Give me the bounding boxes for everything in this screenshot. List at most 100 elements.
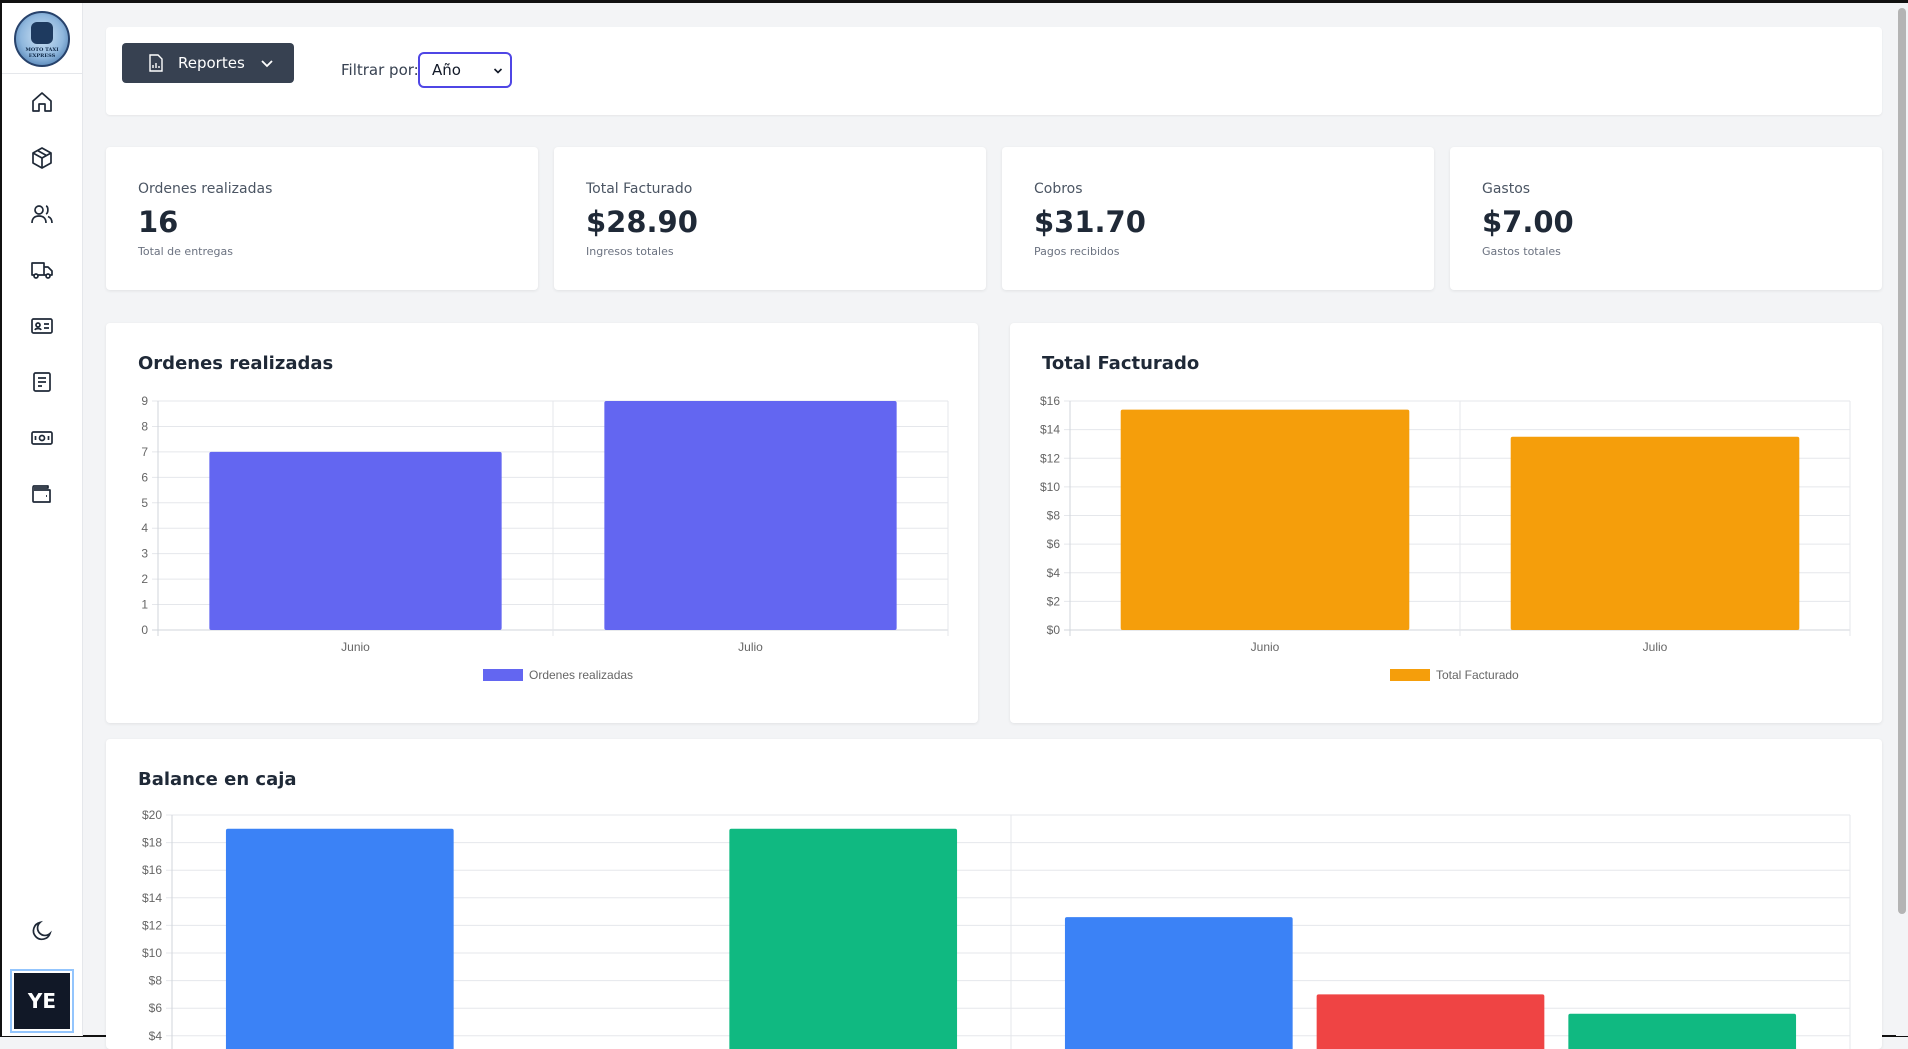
stat-value: $28.90: [586, 205, 698, 239]
stat-subtitle: Pagos recibidos: [1034, 245, 1120, 258]
y-tick-label: 7: [141, 445, 148, 459]
sidebar-item-packages[interactable]: [27, 143, 57, 173]
moon-icon: [32, 920, 52, 941]
stat-label: Cobros: [1034, 181, 1083, 197]
y-tick-label: 2: [141, 572, 148, 586]
y-tick-label: 6: [141, 470, 148, 484]
logo-emblem: [31, 22, 53, 44]
stat-card-orders: Ordenes realizadas 16 Total de entregas: [106, 147, 538, 290]
scrollbar[interactable]: [1896, 3, 1908, 1036]
y-tick-label: $0: [1047, 623, 1061, 637]
theme-toggle[interactable]: [27, 916, 57, 946]
x-tick-label: Julio: [1643, 640, 1668, 654]
bar: [729, 828, 958, 1049]
y-tick-label: 5: [141, 496, 148, 510]
y-tick-label: $20: [142, 808, 162, 822]
bar: [1064, 917, 1293, 1049]
y-tick-label: $18: [142, 836, 162, 850]
stat-label: Gastos: [1482, 181, 1531, 197]
y-tick-label: $10: [142, 946, 162, 960]
sidebar-item-wallet[interactable]: [27, 479, 57, 509]
y-tick-label: $16: [142, 863, 162, 877]
bar: [1510, 436, 1800, 630]
sidebar-divider: [2, 73, 82, 74]
period-filter-value: Año: [432, 61, 461, 79]
y-tick-label: $6: [149, 1001, 163, 1015]
legend-label: Ordenes realizadas: [529, 668, 633, 682]
sidebar-item-users[interactable]: [27, 199, 57, 229]
stat-subtitle: Ingresos totales: [586, 245, 674, 258]
scrollbar-thumb[interactable]: [1898, 8, 1906, 914]
x-tick-label: Julio: [738, 640, 763, 654]
stat-card-collections: Cobros $31.70 Pagos recibidos: [1002, 147, 1434, 290]
y-tick-label: $10: [1040, 480, 1060, 494]
chart-card-orders: Ordenes realizadas 0 1 2 3 4 5 6 7 8 9 Junio Julio O…: [106, 323, 978, 723]
stat-subtitle: Gastos totales: [1482, 245, 1561, 258]
bar: [1568, 1013, 1797, 1049]
chart-card-balance: Balance en caja $2$4$6$8$10$12$14$16$18$…: [106, 739, 1882, 1049]
legend-swatch: [483, 669, 523, 681]
stat-card-expenses: Gastos $7.00 Gastos totales: [1450, 147, 1882, 290]
bar: [225, 828, 454, 1049]
brand-logo[interactable]: MOTO TAXI EXPRESS: [14, 11, 70, 67]
y-tick-label: $14: [142, 891, 162, 905]
period-filter-select[interactable]: Año: [418, 52, 512, 88]
y-tick-label: 0: [141, 623, 148, 637]
cash-icon: [31, 431, 53, 445]
sidebar-item-payments[interactable]: [27, 423, 57, 453]
logo-text: MOTO TAXI EXPRESS: [25, 47, 59, 59]
sidebar-item-deliveries[interactable]: [27, 255, 57, 285]
y-tick-label: 9: [141, 394, 148, 408]
y-tick-label: 1: [141, 598, 148, 612]
y-tick-label: 3: [141, 547, 148, 561]
bar: [1316, 994, 1545, 1049]
reports-label: Reportes: [178, 54, 245, 72]
document-chart-icon: [149, 54, 163, 72]
wallet-icon: [32, 485, 51, 503]
y-tick-label: $4: [1047, 566, 1061, 580]
y-tick-label: $8: [1047, 509, 1061, 523]
orders-bar-chart: 0 1 2 3 4 5 6 7 8 9 Junio Julio Ordenes realizadas: [141, 394, 949, 682]
y-tick-label: $12: [142, 918, 162, 932]
stat-value: $31.70: [1034, 205, 1146, 239]
document-list-icon: [33, 372, 51, 392]
truck-icon: [31, 262, 53, 279]
x-tick-label: Junio: [341, 640, 370, 654]
y-tick-label: 8: [141, 419, 148, 433]
filter-label: Filtrar por:: [341, 61, 419, 79]
toolbar-card: Reportes Filtrar por: Año: [106, 27, 1882, 115]
stat-label: Ordenes realizadas: [138, 181, 273, 197]
y-tick-label: $6: [1047, 537, 1061, 551]
stat-label: Total Facturado: [586, 181, 693, 197]
sidebar-item-orders[interactable]: [27, 367, 57, 397]
bar: [209, 451, 502, 630]
package-icon: [32, 147, 52, 169]
users-icon: [31, 205, 53, 224]
y-tick-label: $2: [1047, 594, 1061, 608]
chart-card-billed: Total Facturado $0 $2 $4 $6 $8 $10 $12 $14 $16 Ju…: [1010, 323, 1882, 723]
bar: [1120, 409, 1410, 630]
x-tick-label: Junio: [1251, 640, 1280, 654]
sidebar-item-drivers[interactable]: [27, 311, 57, 341]
home-icon: [32, 92, 52, 112]
select-chevron-icon: [493, 68, 503, 74]
legend-swatch: [1390, 669, 1430, 681]
stat-subtitle: Total de entregas: [138, 245, 233, 258]
stat-card-billed: Total Facturado $28.90 Ingresos totales: [554, 147, 986, 290]
bar: [604, 401, 897, 630]
reports-dropdown-button[interactable]: Reportes: [122, 43, 294, 83]
y-tick-label: 4: [141, 521, 148, 535]
sidebar-item-home[interactable]: [27, 87, 57, 117]
stat-value: 16: [138, 205, 179, 239]
sidebar: MOTO TAXI EXPRESS YE: [2, 3, 83, 1036]
y-tick-label: $14: [1040, 423, 1060, 437]
id-card-icon: [31, 318, 53, 334]
legend-label: Total Facturado: [1436, 668, 1519, 682]
balance-bar-chart: $2$4$6$8$10$12$14$16$18$20: [142, 808, 1851, 1049]
user-avatar[interactable]: YE: [14, 973, 70, 1029]
y-tick-label: $16: [1040, 394, 1060, 408]
y-tick-label: $12: [1040, 451, 1060, 465]
chevron-down-icon: [261, 60, 273, 68]
y-tick-label: $8: [149, 974, 163, 988]
stat-value: $7.00: [1482, 205, 1574, 239]
